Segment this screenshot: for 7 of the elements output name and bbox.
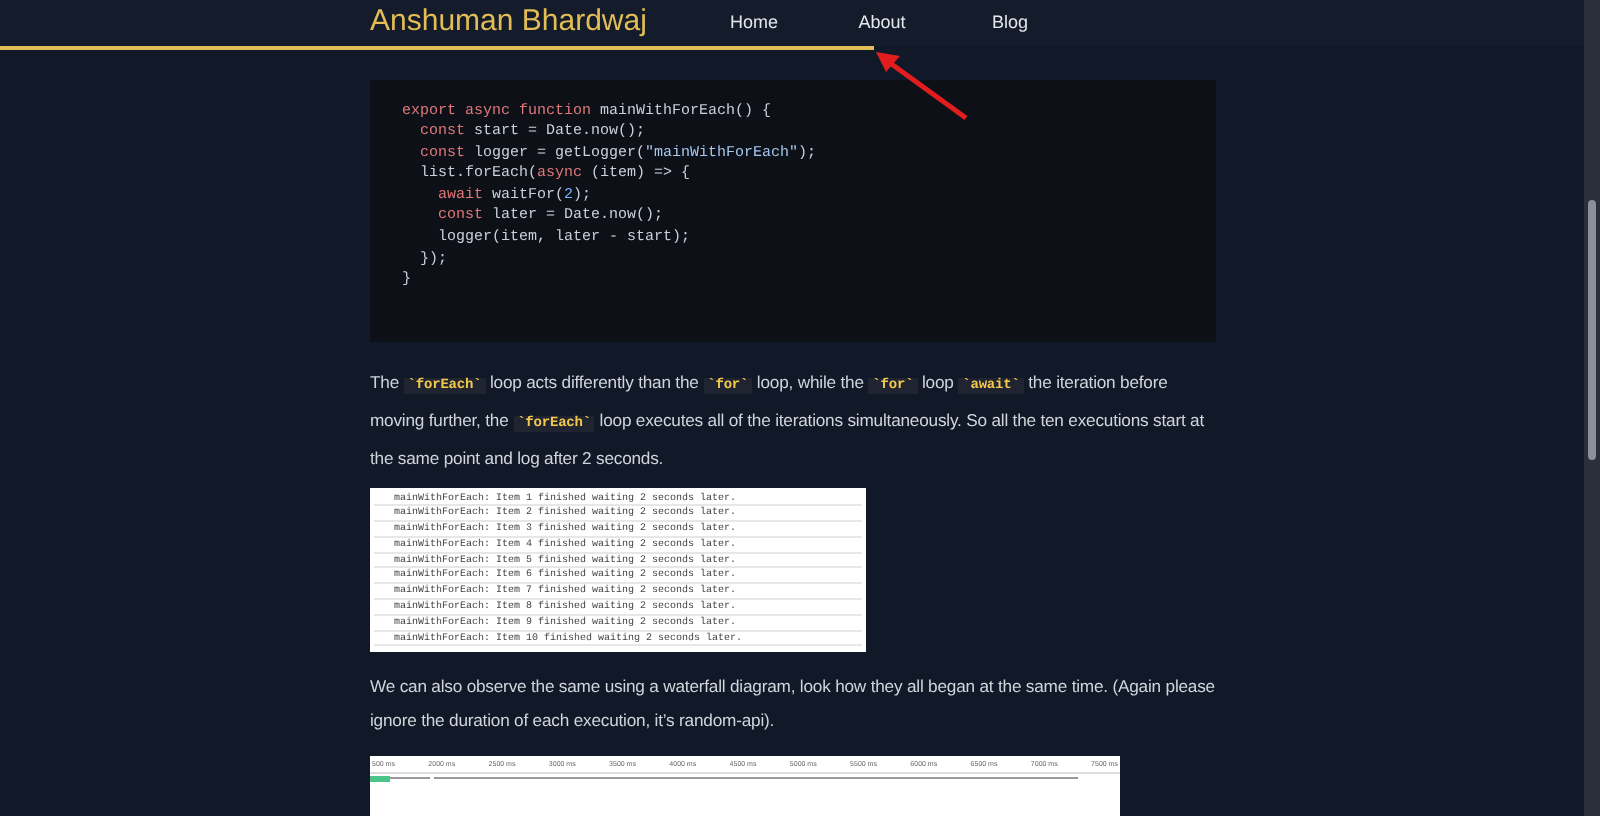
nav-link[interactable]: Blog [946,9,1074,36]
nav-link[interactable]: About [818,9,946,36]
arrow-annotation [874,50,970,122]
paragraph: We can also observe the same using a waterfall diagram, look how they all began at the same time. (Again please ignore the duration of each execution, it’s random-api). [370,673,1216,734]
nav-link[interactable]: Home [690,9,818,36]
site-title[interactable]: Anshuman Bhardwaj [370,0,690,45]
scrollbar[interactable] [1584,0,1600,816]
